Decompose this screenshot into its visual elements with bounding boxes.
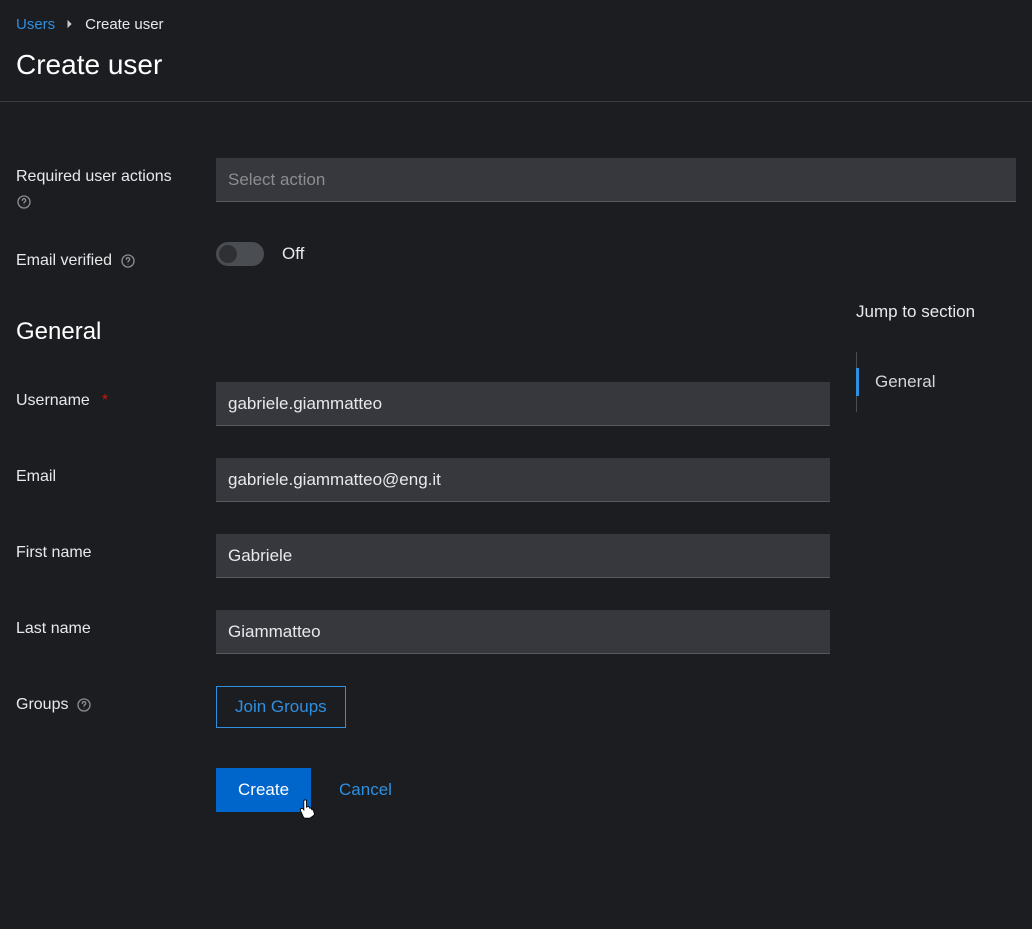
breadcrumb-link-users[interactable]: Users <box>16 16 55 33</box>
label-required-actions: Required user actions <box>16 168 216 186</box>
email-verified-toggle[interactable] <box>216 242 264 266</box>
row-first-name: First name <box>16 534 836 578</box>
page-title: Create user <box>16 49 1016 81</box>
email-input[interactable] <box>216 458 830 502</box>
page-header: Users Create user Create user <box>0 0 1032 102</box>
cancel-button[interactable]: Cancel <box>339 780 392 800</box>
row-last-name: Last name <box>16 610 836 654</box>
toggle-knob <box>219 245 237 263</box>
email-verified-state: Off <box>282 244 304 264</box>
chevron-right-icon <box>65 16 75 33</box>
row-groups: Groups Join Groups <box>16 686 836 728</box>
row-email: Email <box>16 458 836 502</box>
required-actions-select[interactable]: Select action <box>216 158 1016 202</box>
label-groups: Groups <box>16 696 92 714</box>
breadcrumb: Users Create user <box>16 16 1016 33</box>
required-asterisk: * <box>102 392 108 410</box>
row-required-actions: Required user actions Select action <box>16 158 1016 210</box>
label-last-name: Last name <box>16 620 91 638</box>
jump-list: General <box>856 352 1016 412</box>
breadcrumb-current: Create user <box>85 16 163 33</box>
help-icon[interactable] <box>120 253 136 269</box>
section-title-general: General <box>16 318 836 346</box>
first-name-input[interactable] <box>216 534 830 578</box>
create-button[interactable]: Create <box>216 768 311 812</box>
content-area: Required user actions Select action Emai… <box>0 102 1032 828</box>
help-icon[interactable] <box>16 194 216 210</box>
help-icon[interactable] <box>76 697 92 713</box>
label-email-verified: Email verified <box>16 252 136 270</box>
jump-to-section: Jump to section General <box>836 302 1016 812</box>
row-email-verified: Email verified Off <box>16 242 1016 270</box>
form-actions: Create Cancel <box>216 768 836 812</box>
label-email: Email <box>16 468 56 486</box>
username-input[interactable] <box>216 382 830 426</box>
label-first-name: First name <box>16 544 92 562</box>
last-name-input[interactable] <box>216 610 830 654</box>
jump-item-general[interactable]: General <box>857 352 1016 412</box>
join-groups-button[interactable]: Join Groups <box>216 686 346 728</box>
label-username: Username * <box>16 392 108 410</box>
jump-title: Jump to section <box>856 302 1016 322</box>
row-username: Username * <box>16 382 836 426</box>
